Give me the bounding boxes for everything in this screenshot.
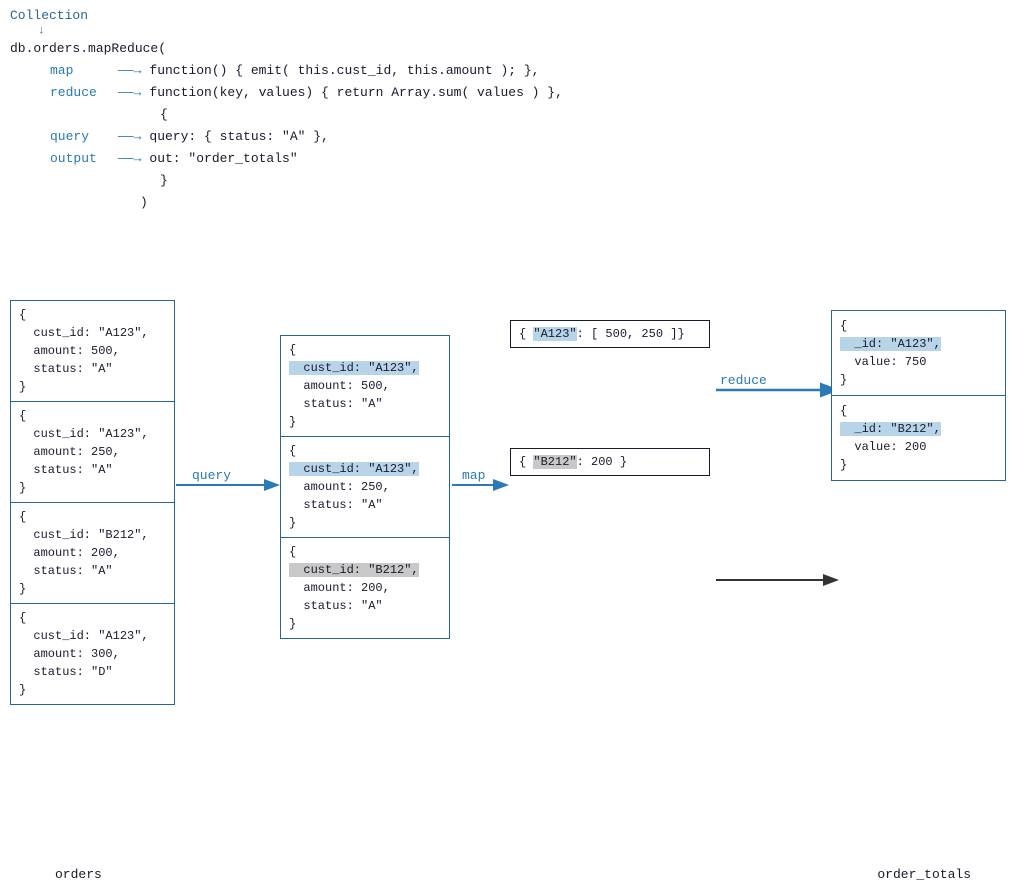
filtered-record-2: { cust_id: "A123", amount: 250, status: … xyxy=(281,437,449,538)
map-label: map xyxy=(50,60,110,82)
close-paren: ) xyxy=(140,192,148,214)
code-line-1: db.orders.mapReduce( xyxy=(10,39,563,60)
reduce-arrow-icon: ——→ xyxy=(118,82,141,104)
output-label: order_totals xyxy=(877,867,971,882)
reduce-label: reduce xyxy=(50,82,110,104)
code-text: db.orders.mapReduce( xyxy=(10,41,166,56)
map-arrow-icon: ——→ xyxy=(118,60,141,82)
open-brace: { xyxy=(160,104,168,126)
map-result-b212: { "B212": 200 } xyxy=(510,448,710,476)
code-close-brace: } xyxy=(10,170,563,192)
filtered-record-3: { cust_id: "B212", amount: 200, status: … xyxy=(281,538,449,638)
query-arrow-icon: ——→ xyxy=(118,126,141,148)
arrow-down-icon: ↓ xyxy=(38,25,563,37)
orders-label: orders xyxy=(55,867,102,882)
code-section: Collection ↓ db.orders.mapReduce( map ——… xyxy=(10,8,563,214)
diagram: { cust_id: "A123", amount: 500, status: … xyxy=(0,290,1031,860)
filtered-collection-box: { cust_id: "A123", amount: 500, status: … xyxy=(280,335,450,639)
orders-record-1: { cust_id: "A123", amount: 500, status: … xyxy=(11,301,174,402)
collection-label: Collection xyxy=(10,8,563,23)
query-arrow-label: query xyxy=(192,468,231,483)
code-query-line: query ——→ query: { status: "A" }, xyxy=(10,126,563,148)
code-close-paren: ) xyxy=(10,192,563,214)
filtered-record-1: { cust_id: "A123", amount: 500, status: … xyxy=(281,336,449,437)
reduce-arrow-label: reduce xyxy=(720,373,767,388)
output-record-b212: { _id: "B212", value: 200 } xyxy=(832,396,1005,480)
output-value: out: "order_totals" xyxy=(149,148,297,170)
close-brace: } xyxy=(160,170,168,192)
output-arrow-icon: ——→ xyxy=(118,148,141,170)
map-result-a123: { "A123": [ 500, 250 ]} xyxy=(510,320,710,348)
code-map-line: map ——→ function() { emit( this.cust_id,… xyxy=(10,60,563,82)
map-results: { "A123": [ 500, 250 ]} { "B212": 200 } xyxy=(510,320,710,496)
map-arrow-label: map xyxy=(462,468,485,483)
reduce-value: function(key, values) { return Array.sum… xyxy=(149,82,562,104)
orders-record-3: { cust_id: "B212", amount: 200, status: … xyxy=(11,503,174,604)
output-collection-box: { _id: "A123", value: 750 } { _id: "B212… xyxy=(831,310,1006,481)
output-record-a123: { _id: "A123", value: 750 } xyxy=(832,311,1005,396)
output-label: output xyxy=(50,148,110,170)
code-open-brace: { xyxy=(10,104,563,126)
code-output-line: output ——→ out: "order_totals" xyxy=(10,148,563,170)
code-reduce-line: reduce ——→ function(key, values) { retur… xyxy=(10,82,563,104)
query-label: query xyxy=(50,126,110,148)
orders-record-2: { cust_id: "A123", amount: 250, status: … xyxy=(11,402,174,503)
orders-record-4: { cust_id: "A123", amount: 300, status: … xyxy=(11,604,174,704)
map-value: function() { emit( this.cust_id, this.am… xyxy=(149,60,539,82)
orders-collection-box: { cust_id: "A123", amount: 500, status: … xyxy=(10,300,175,705)
query-value: query: { status: "A" }, xyxy=(149,126,328,148)
